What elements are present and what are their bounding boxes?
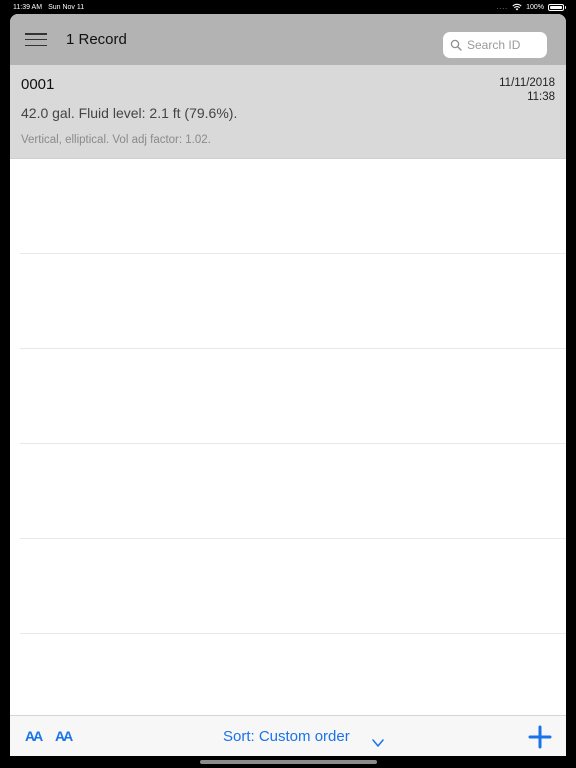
record-detail: Vertical, elliptical. Vol adj factor: 1.…	[21, 134, 211, 146]
empty-list-area	[10, 159, 566, 634]
home-indicator[interactable]	[200, 760, 377, 764]
hamburger-icon-line	[25, 44, 47, 46]
status-time: 11:39 AM	[13, 3, 43, 11]
increase-font-button[interactable]: AA	[55, 728, 73, 744]
sort-button[interactable]: Sort: Custom order	[223, 728, 350, 745]
search-box[interactable]	[443, 32, 547, 58]
record-row[interactable]: 0001 11/11/2018 11:38 42.0 gal. Fluid le…	[10, 65, 566, 159]
bottom-toolbar: AA AA Sort: Custom order	[10, 715, 566, 756]
empty-row-divider	[20, 539, 566, 634]
navbar: 1 Record	[10, 14, 566, 65]
wifi-icon	[512, 3, 522, 11]
empty-row-divider	[20, 159, 566, 254]
status-date: Sun Nov 11	[48, 3, 85, 11]
empty-row-divider	[20, 349, 566, 444]
hamburger-icon-line	[25, 33, 47, 35]
add-record-button[interactable]	[528, 725, 552, 749]
battery-icon	[548, 3, 566, 11]
record-summary: 42.0 gal. Fluid level: 2.1 ft (79.6%).	[21, 105, 238, 121]
chevron-down-icon[interactable]	[372, 738, 384, 748]
empty-row-divider	[20, 444, 566, 539]
hamburger-icon-line	[25, 38, 47, 41]
search-input[interactable]	[467, 38, 542, 52]
decrease-font-button[interactable]: AA	[25, 728, 43, 744]
app-window: 1 Record 0001 11/11/2018 11:38 42.0 gal.…	[10, 14, 566, 756]
record-count-title: 1 Record	[66, 31, 127, 48]
record-date: 11/11/2018	[499, 77, 555, 89]
record-timestamp: 11/11/2018 11:38	[499, 76, 555, 104]
battery-percent: 100%	[526, 3, 544, 11]
signal-icon: ....	[496, 3, 509, 11]
search-icon	[450, 39, 462, 51]
status-bar: 11:39 AM Sun Nov 11 .... 100%	[0, 0, 576, 14]
record-time: 11:38	[527, 91, 555, 103]
menu-button[interactable]	[25, 33, 47, 46]
record-id: 0001	[21, 76, 55, 93]
empty-row-divider	[20, 254, 566, 349]
